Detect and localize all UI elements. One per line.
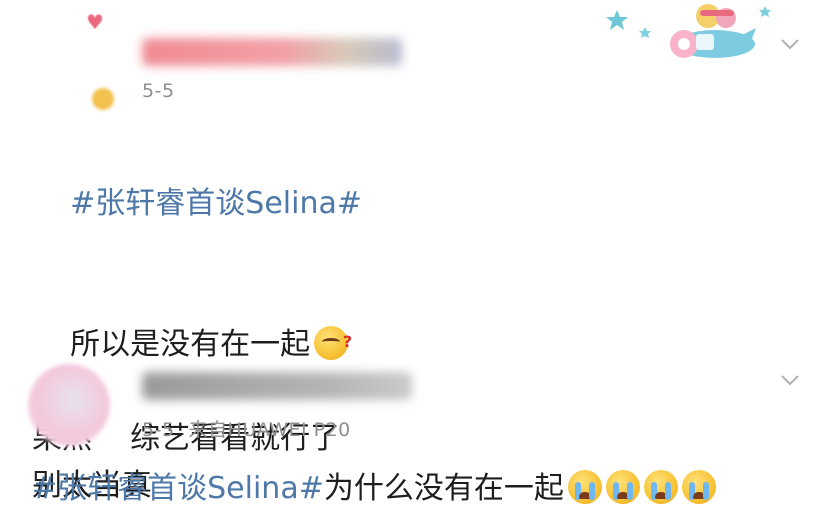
star-icon (606, 10, 628, 30)
heart-decoration-icon: ♥ (86, 10, 104, 34)
hashtag-link[interactable]: #张轩睿首谈Selina# (70, 186, 362, 221)
username-blurred[interactable] (142, 372, 412, 400)
crying-face-icon (681, 470, 716, 504)
username-blurred[interactable] (142, 38, 402, 66)
chevron-down-icon[interactable] (780, 34, 800, 54)
crying-face-icon (643, 470, 678, 504)
post-content: #张轩睿首谈Selina#为什么没有在一起 (32, 465, 716, 512)
chevron-down-icon[interactable] (780, 370, 800, 390)
post-meta: 5-5 来自HUAWEI P20 (142, 415, 351, 442)
avatar[interactable] (28, 364, 110, 446)
verified-badge-icon (90, 86, 116, 112)
content-line: #张轩睿首谈Selina# (32, 133, 362, 274)
hashtag-link[interactable]: #张轩睿首谈Selina# (32, 471, 324, 506)
card-decoration-sticker (606, 4, 771, 58)
crying-face-icon (605, 470, 640, 504)
post-date: 5-5 (142, 419, 175, 441)
crying-face-icon (567, 470, 602, 504)
star-icon (759, 6, 771, 17)
post-meta: 5-5 (142, 80, 175, 102)
post-date: 5-5 (142, 80, 175, 102)
post-source: 来自HUAWEI P20 (188, 419, 351, 441)
star-icon (639, 27, 651, 38)
content-line: #张轩睿首谈Selina#为什么没有在一起 (32, 465, 716, 512)
content-text: 为什么没有在一起 (323, 471, 564, 506)
